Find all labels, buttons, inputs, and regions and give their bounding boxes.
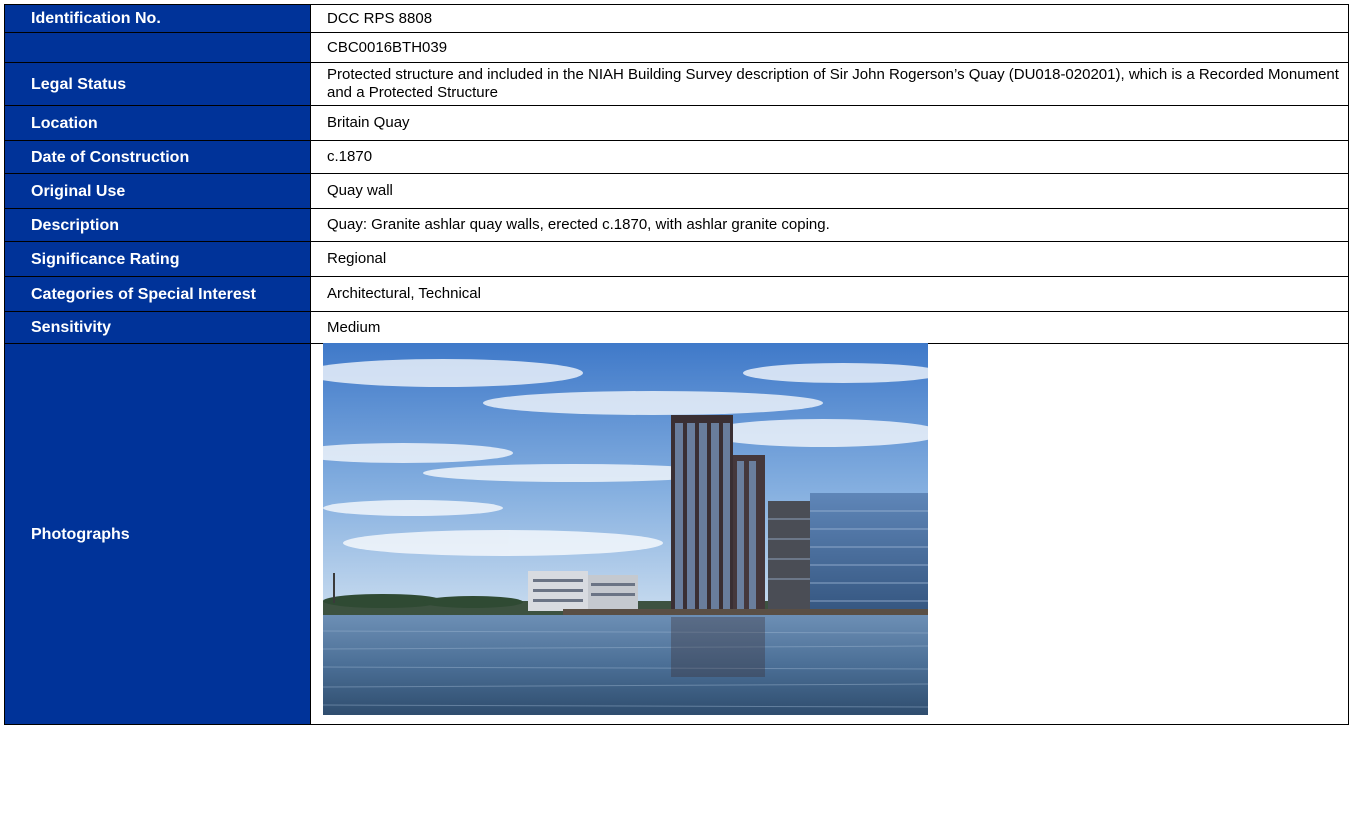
description-value: Quay: Granite ashlar quay walls, erected…	[310, 208, 1349, 242]
quay-photograph-image	[323, 343, 928, 715]
sensitivity-value: Medium	[310, 311, 1349, 344]
photographs-cell	[310, 343, 1349, 725]
categories-label: Categories of Special Interest	[4, 276, 311, 312]
row-identification: Identification No. DCC RPS 8808	[4, 4, 1349, 33]
significance-rating-value: Regional	[310, 241, 1349, 277]
significance-rating-label: Significance Rating	[4, 241, 311, 277]
identification-secondary-value: CBC0016BTH039	[310, 32, 1349, 63]
original-use-value: Quay wall	[310, 173, 1349, 209]
original-use-label: Original Use	[4, 173, 311, 209]
row-photographs: Photographs	[4, 343, 1349, 725]
legal-status-label: Legal Status	[4, 62, 311, 106]
row-sensitivity: Sensitivity Medium	[4, 311, 1349, 344]
identification-secondary-label	[4, 32, 311, 63]
identification-label: Identification No.	[4, 4, 311, 33]
location-value: Britain Quay	[310, 105, 1349, 141]
row-identification-secondary: CBC0016BTH039	[4, 32, 1349, 63]
description-label: Description	[4, 208, 311, 242]
photographs-label: Photographs	[4, 343, 311, 725]
location-label: Location	[4, 105, 311, 141]
quay-photograph	[323, 343, 928, 715]
row-categories-of-special-interest: Categories of Special Interest Architect…	[4, 276, 1349, 312]
row-location: Location Britain Quay	[4, 105, 1349, 141]
record-table: Identification No. DCC RPS 8808 CBC0016B…	[4, 4, 1349, 725]
row-original-use: Original Use Quay wall	[4, 173, 1349, 209]
identification-value: DCC RPS 8808	[310, 4, 1349, 33]
row-significance-rating: Significance Rating Regional	[4, 241, 1349, 277]
categories-value: Architectural, Technical	[310, 276, 1349, 312]
date-of-construction-value: c.1870	[310, 140, 1349, 174]
sensitivity-label: Sensitivity	[4, 311, 311, 344]
row-date-of-construction: Date of Construction c.1870	[4, 140, 1349, 174]
row-description: Description Quay: Granite ashlar quay wa…	[4, 208, 1349, 242]
date-of-construction-label: Date of Construction	[4, 140, 311, 174]
legal-status-value: Protected structure and included in the …	[310, 62, 1349, 106]
row-legal-status: Legal Status Protected structure and inc…	[4, 62, 1349, 106]
